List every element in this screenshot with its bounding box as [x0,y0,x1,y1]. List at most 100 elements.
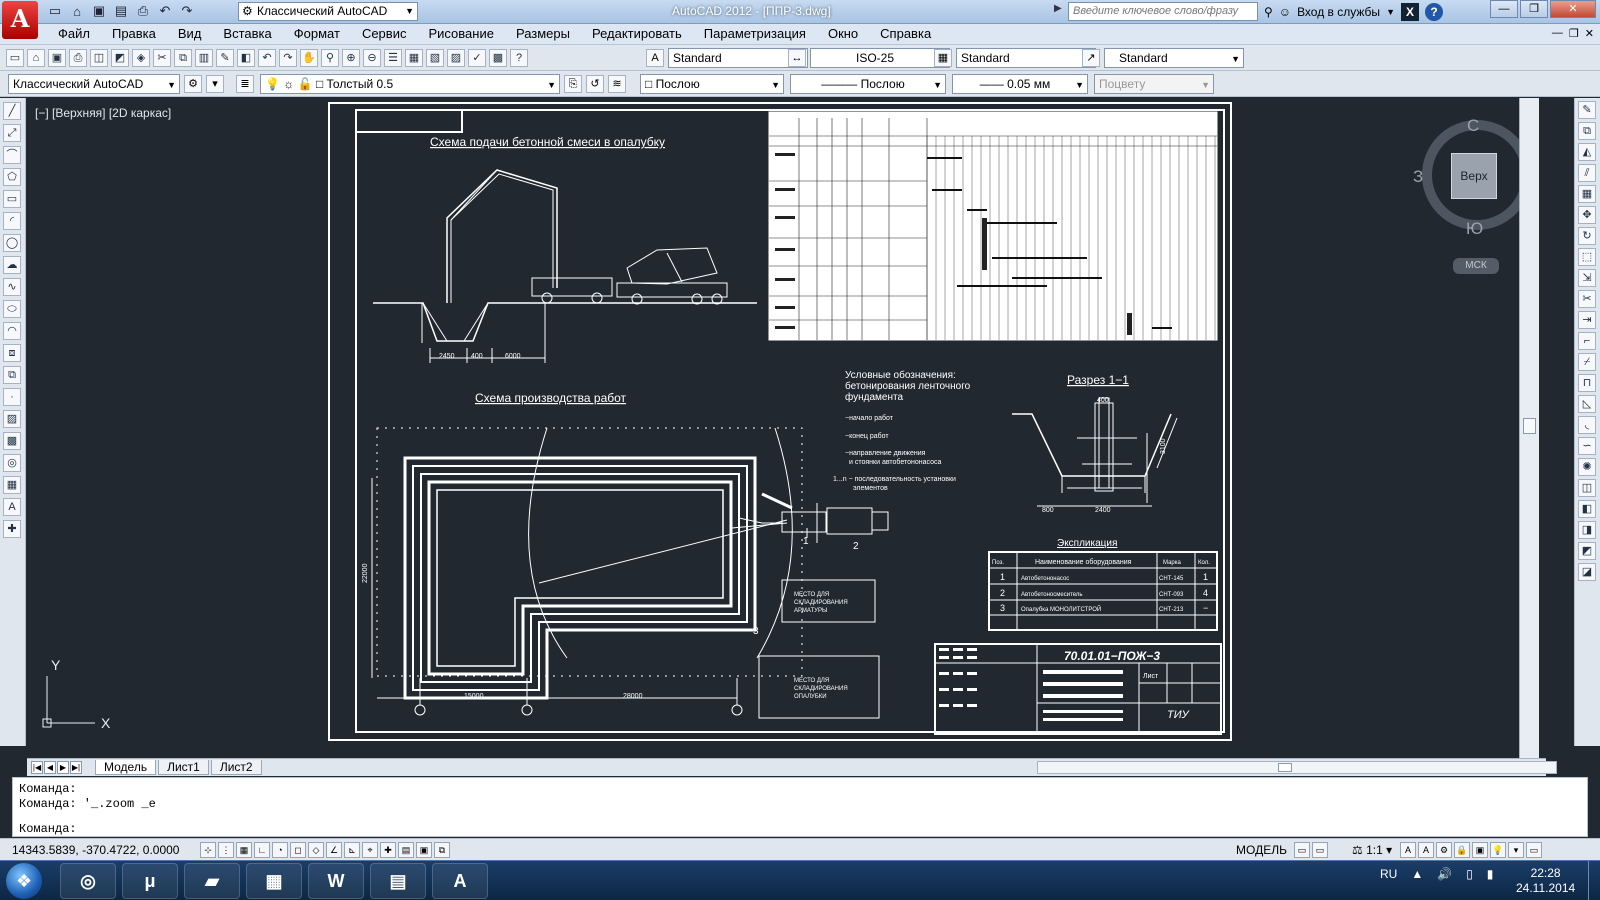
text-front-icon[interactable]: ◩ [1578,542,1596,560]
lineweight-select[interactable]: —— 0.05 мм ▼ [952,74,1088,94]
clean-screen-icon[interactable]: ▭ [1526,842,1542,858]
close-button[interactable]: ✕ [1550,0,1596,18]
plot-icon[interactable]: ⎙ [69,49,87,67]
horizontal-scrollbar[interactable] [1037,761,1557,774]
auto-scale-icon[interactable]: A [1418,842,1434,858]
menu-window[interactable]: Окно [826,26,860,41]
preview-icon[interactable]: ◫ [90,49,108,67]
scale-icon[interactable]: ⬚ [1578,248,1596,266]
user-icon[interactable]: ☺ [1279,5,1291,19]
tab-sheet1[interactable]: Лист1 [158,760,209,775]
ortho-mode-icon[interactable]: ∟ [254,842,270,858]
menu-format[interactable]: Формат [292,26,342,41]
layer-select[interactable]: 💡 ☼ 🔓 □ Толстый 0.5 ▼ [260,74,560,94]
restore-button[interactable]: ❐ [1520,0,1548,18]
rectangle-icon[interactable]: ▭ [3,190,21,208]
workspace-switcher[interactable]: ⚙ Классический AutoCAD ▼ [238,2,418,21]
layer-previous-icon[interactable]: ↺ [586,75,604,93]
doc-minimize-button[interactable]: — [1552,27,1563,40]
layer-state-icon[interactable]: ≋ [608,75,626,93]
menu-parametric[interactable]: Параметризация [702,26,808,41]
polar-tracking-icon[interactable]: ◔ [272,842,288,858]
drawing-canvas[interactable]: [−] [Верхняя] [2D каркас] Схема подачи б… [27,98,1546,758]
command-prompt[interactable]: Команда: [19,822,77,836]
new-file-icon[interactable]: ▭ [46,2,64,20]
polygon-icon[interactable]: ⬠ [3,168,21,186]
model-space-toggle[interactable]: МОДЕЛЬ [1236,843,1287,857]
make-block-icon[interactable]: ⧉ [3,366,21,384]
application-menu-button[interactable]: A [2,1,38,39]
chrome-taskbar-icon[interactable]: ◎ [60,863,116,899]
redo-icon[interactable]: ↷ [178,2,196,20]
start-button[interactable]: ❖ [6,863,42,899]
prev-tab-icon[interactable]: ◀ [44,761,56,774]
revcloud-icon[interactable]: ☁ [3,256,21,274]
print-icon[interactable]: ⎙ [134,2,152,20]
break-icon[interactable]: ⌿ [1578,353,1596,371]
blend-icon[interactable]: ∽ [1578,437,1596,455]
line-icon[interactable]: ╱ [3,102,21,120]
help-icon[interactable]: ? [510,49,528,67]
gradient-icon[interactable]: ▩ [3,432,21,450]
menu-draw[interactable]: Рисование [426,26,495,41]
explode-icon[interactable]: ✺ [1578,458,1596,476]
tab-sheet2[interactable]: Лист2 [210,760,262,775]
stretch-icon[interactable]: ⇲ [1578,269,1596,287]
cut-icon[interactable]: ✂ [153,49,171,67]
mleader-style-icon[interactable]: ↗ [1082,49,1100,67]
tool-palettes-icon[interactable]: ▧ [426,49,444,67]
word-taskbar-icon[interactable]: W [308,863,364,899]
explorer-taskbar-icon[interactable]: ▰ [184,863,240,899]
viewcube-face-top[interactable]: Верх [1451,153,1497,199]
search-input[interactable]: Введите ключевое слово/фразу [1068,2,1258,21]
arc-icon[interactable]: ◜ [3,212,21,230]
menu-view[interactable]: Вид [176,26,204,41]
text-style-select[interactable]: Standard▼ [668,48,808,68]
table-style-icon[interactable]: ▦ [934,49,952,67]
send-back-icon[interactable]: ◨ [1578,521,1596,539]
hardware-acceleration-icon[interactable]: ▣ [1472,842,1488,858]
battery-icon[interactable]: ▯ [1466,867,1473,881]
quick-view-drawings-icon[interactable]: ▭ [1312,842,1328,858]
qnew-icon[interactable]: ▭ [6,49,24,67]
menu-edit[interactable]: Правка [110,26,158,41]
binoculars-icon[interactable]: ⚲ [1264,5,1273,19]
menu-modify[interactable]: Редактировать [590,26,684,41]
block-editor-icon[interactable]: ◧ [237,49,255,67]
viewcube-west[interactable]: З [1413,167,1423,187]
vertical-scroll-thumb[interactable] [1523,418,1536,434]
pan-icon[interactable]: ✋ [300,49,318,67]
calculator-icon[interactable]: ▩ [489,49,507,67]
coordinates-readout[interactable]: 14343.5839, -370.4722, 0.0000 [12,843,179,857]
hatch-back-icon[interactable]: ◪ [1578,563,1596,581]
zoom-realtime-icon[interactable]: ⚲ [321,49,339,67]
calculator-taskbar-icon[interactable]: ▦ [246,863,302,899]
signin-link[interactable]: Вход в службы [1297,5,1380,19]
menu-tools[interactable]: Сервис [360,26,409,41]
erase-icon[interactable]: ✎ [1578,101,1596,119]
dim-style-icon[interactable]: ↔ [788,49,806,67]
annotation-visibility-icon[interactable]: A [1400,842,1416,858]
join-icon[interactable]: ⊓ [1578,374,1596,392]
menu-dimension[interactable]: Размеры [514,26,572,41]
region-icon[interactable]: ◎ [3,454,21,472]
trim-icon[interactable]: ✂ [1578,290,1596,308]
layer-manager-icon[interactable]: ≣ [236,75,254,93]
make-current-layer-icon[interactable]: ⎘ [564,75,582,93]
volume-icon[interactable]: 🔊 [1437,867,1452,881]
last-tab-icon[interactable]: ▶| [70,761,82,774]
mtext-icon[interactable]: A [3,498,21,516]
system-clock[interactable]: 22:28 24.11.2014 [1516,866,1575,896]
properties-icon[interactable]: ☰ [384,49,402,67]
redo-icon[interactable]: ↷ [279,49,297,67]
autocad-taskbar-icon[interactable]: A [432,863,488,899]
ucs-menu-button[interactable]: МСК [1453,258,1499,274]
mleader-style-select[interactable]: Standard ▼ [1104,48,1244,68]
transparency-icon[interactable]: ▤ [398,842,414,858]
save-icon[interactable]: ▣ [48,49,66,67]
menu-help[interactable]: Справка [878,26,933,41]
draworder-icon[interactable]: ◫ [1578,479,1596,497]
circle-icon[interactable]: ◯ [3,234,21,252]
quick-properties-icon[interactable]: ▣ [416,842,432,858]
exchange-icon[interactable]: X [1400,3,1419,21]
